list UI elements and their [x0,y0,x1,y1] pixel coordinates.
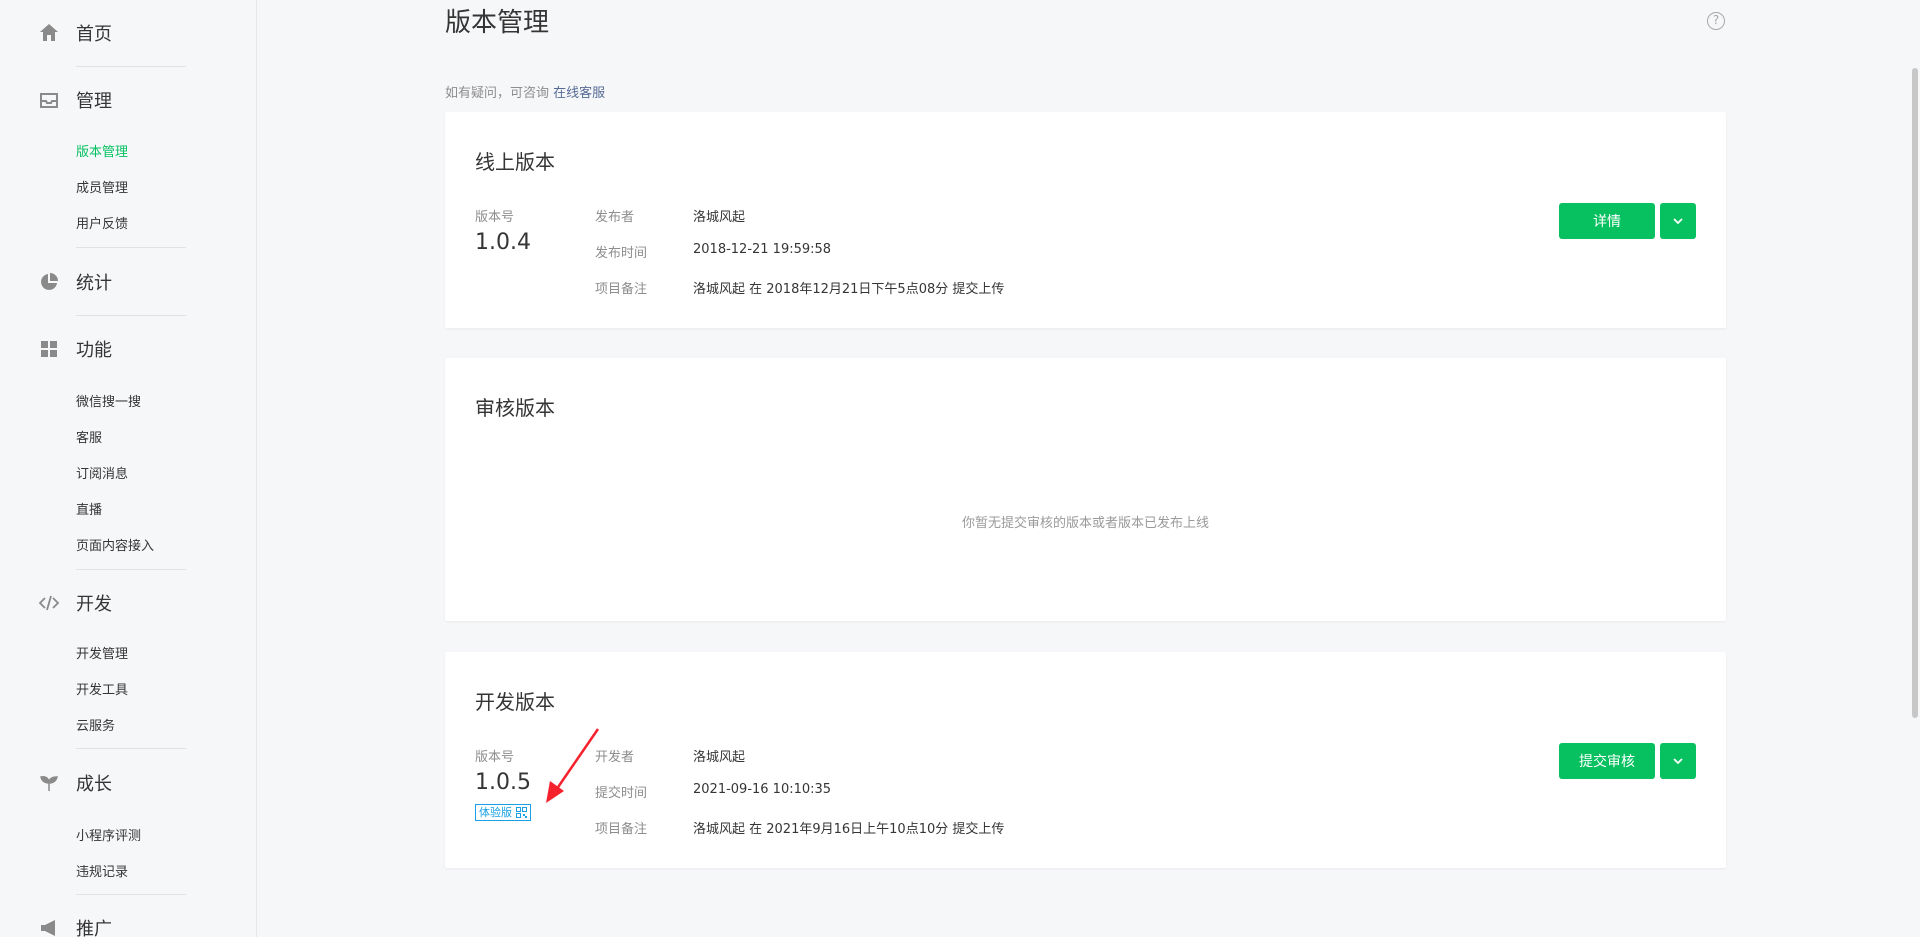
dev-version-title: 开发版本 [475,690,555,714]
publisher-value: 洛城风起 [693,210,746,225]
code-icon [38,592,60,614]
grid-icon [38,338,60,360]
nav-member-manage[interactable]: 成员管理 [76,177,128,196]
details-button[interactable]: 详情 [1559,203,1655,239]
divider [76,569,186,570]
nav-cloud-service[interactable]: 云服务 [76,715,115,734]
divider [76,894,186,895]
nav-promo-label: 推广 [76,919,112,937]
version-number: 1.0.5 [475,770,531,795]
nav-stats-label: 统计 [76,273,112,294]
home-icon [38,22,60,44]
nav-version-manage[interactable]: 版本管理 [76,141,128,160]
review-version-card: 审核版本 你暂无提交审核的版本或者版本已发布上线 [445,358,1726,621]
online-version-card: 线上版本 版本号 1.0.4 发布者 洛城风起 发布时间 2018-12-21 … [445,112,1726,328]
nav-dev-tools[interactable]: 开发工具 [76,679,128,698]
inbox-icon [38,89,60,111]
trial-version-tag[interactable]: 体验版 [475,804,531,821]
qrcode-icon [516,807,527,818]
nav-evaluation[interactable]: 小程序评测 [76,825,141,844]
nav-violation-records[interactable]: 违规记录 [76,861,128,880]
annotation-arrow [546,728,600,803]
note-value: 洛城风起 在 2018年12月21日下午5点08分 提交上传 [693,282,1005,297]
sidebar: 首页 管理 版本管理 成员管理 用户反馈 统计 功能 微信搜一搜 客服 订阅消息… [0,0,257,937]
more-dropdown-button[interactable] [1660,743,1696,779]
developer-value: 洛城风起 [693,750,746,765]
chevron-down-icon [1673,758,1683,765]
divider [76,748,186,749]
nav-growth-label: 成长 [76,774,112,795]
nav-customer-service[interactable]: 客服 [76,427,102,446]
nav-wechat-search[interactable]: 微信搜一搜 [76,391,141,410]
empty-review-text: 你暂无提交审核的版本或者版本已发布上线 [961,516,1209,531]
note-value: 洛城风起 在 2021年9月16日上午10点10分 提交上传 [693,822,1005,837]
submit-review-button[interactable]: 提交审核 [1559,743,1655,779]
note-label: 项目备注 [595,282,648,297]
sprout-icon [38,772,60,794]
pie-chart-icon [38,271,60,293]
nav-features-label: 功能 [76,340,112,361]
tip-text: 如有疑问，可咨询 [445,86,550,101]
nav-user-feedback[interactable]: 用户反馈 [76,213,128,232]
nav-subscribe-message[interactable]: 订阅消息 [76,463,128,482]
nav-live[interactable]: 直播 [76,499,102,518]
version-label: 版本号 [475,750,515,765]
nav-dev-manage[interactable]: 开发管理 [76,643,128,662]
nav-page-content[interactable]: 页面内容接入 [76,535,154,554]
review-version-title: 审核版本 [475,396,555,420]
more-dropdown-button[interactable] [1660,203,1696,239]
help-icon[interactable]: ? [1707,12,1725,30]
trial-tag-label: 体验版 [479,806,512,819]
scrollbar[interactable] [1912,68,1918,718]
publisher-label: 发布者 [595,210,635,225]
note-label: 项目备注 [595,822,648,837]
version-number: 1.0.4 [475,230,531,255]
nav-manage-label: 管理 [76,91,112,112]
divider [76,66,186,67]
help-tip: 如有疑问，可咨询 在线客服 [445,82,605,101]
divider [76,315,186,316]
version-label: 版本号 [475,210,515,225]
chevron-down-icon [1673,218,1683,225]
megaphone-icon [38,917,60,937]
dev-version-card: 开发版本 版本号 1.0.5 体验版 开发者 洛城风起 提交时间 2021-09… [445,652,1726,868]
nav-dev-label: 开发 [76,594,112,615]
online-version-title: 线上版本 [475,150,555,174]
publish-time-value: 2018-12-21 19:59:58 [693,242,832,257]
divider [76,247,186,248]
publish-time-label: 发布时间 [595,246,648,261]
page-title: 版本管理 [445,8,550,38]
online-service-link[interactable]: 在线客服 [553,86,605,101]
nav-home-label: 首页 [76,24,112,45]
submit-time-value: 2021-09-16 10:10:35 [693,782,832,797]
